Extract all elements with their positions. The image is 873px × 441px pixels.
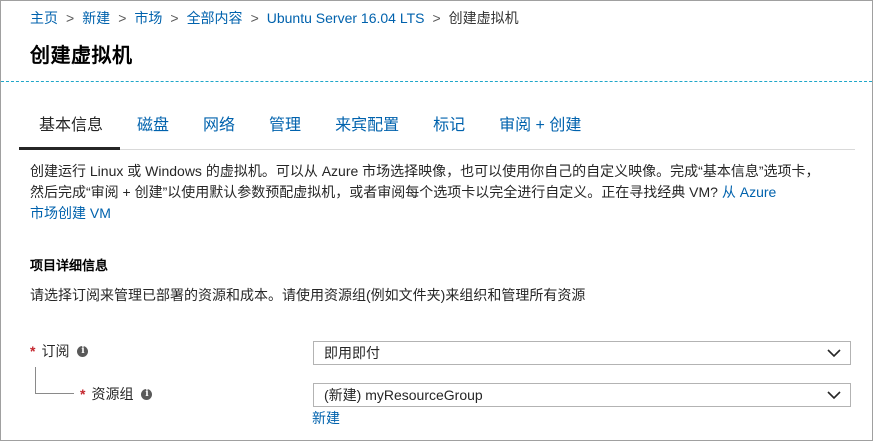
subscription-label-group: * 订阅 i: [30, 341, 89, 361]
info-icon[interactable]: i: [77, 345, 89, 357]
tab-guest-config[interactable]: 来宾配置: [318, 111, 416, 149]
description-line-2: 然后完成“审阅 + 创建”以使用默认参数预配虚拟机，或者审阅每个选项卡以完全进行…: [30, 182, 830, 203]
chevron-right-icon: >: [432, 10, 441, 26]
project-details-heading: 项目详细信息: [30, 258, 109, 273]
description-line-3: 市场创建 VM: [30, 203, 830, 224]
resource-group-label: 资源组: [91, 386, 134, 402]
tree-connector: [35, 367, 74, 394]
chevron-right-icon: >: [250, 10, 259, 26]
blade-description: 创建运行 Linux 或 Windows 的虚拟机。可以从 Azure 市场选择…: [30, 161, 830, 224]
classic-vm-link-continued[interactable]: 市场创建 VM: [30, 205, 111, 221]
blade-header: 主页 > 新建 > 市场 > 全部内容 > Ubuntu Server 16.0…: [1, 1, 872, 82]
breadcrumb-new[interactable]: 新建: [82, 8, 110, 28]
info-icon[interactable]: i: [141, 388, 153, 400]
description-line-2-text: 然后完成“审阅 + 创建”以使用默认参数预配虚拟机，或者审阅每个选项卡以完全进行…: [30, 184, 722, 200]
chevron-down-icon: [827, 391, 841, 400]
page-title: 创建虚拟机: [30, 45, 133, 67]
tab-disks[interactable]: 磁盘: [120, 111, 186, 149]
tab-management[interactable]: 管理: [252, 111, 318, 149]
required-asterisk: *: [80, 386, 86, 402]
required-asterisk: *: [30, 343, 36, 359]
resource-group-value: (新建) myResourceGroup: [324, 387, 483, 403]
chevron-right-icon: >: [118, 10, 127, 26]
tab-tags[interactable]: 标记: [416, 111, 482, 149]
chevron-down-icon: [827, 349, 841, 358]
resource-group-dropdown[interactable]: (新建) myResourceGroup: [313, 383, 851, 407]
subscription-dropdown[interactable]: 即用即付: [313, 341, 851, 365]
breadcrumb-everything[interactable]: 全部内容: [187, 8, 243, 28]
breadcrumb-home[interactable]: 主页: [30, 8, 58, 28]
description-line-1: 创建运行 Linux 或 Windows 的虚拟机。可以从 Azure 市场选择…: [30, 163, 820, 179]
breadcrumb-current: 创建虚拟机: [448, 10, 519, 26]
chevron-right-icon: >: [170, 10, 179, 26]
project-details-description: 请选择订阅来管理已部署的资源和成本。请使用资源组(例如文件夹)来组织和管理所有资…: [30, 287, 586, 303]
subscription-value: 即用即付: [324, 345, 380, 361]
create-new-resource-group-link[interactable]: 新建: [312, 408, 340, 428]
resource-group-label-group: * 资源组 i: [80, 384, 153, 404]
tab-bar: 基本信息 磁盘 网络 管理 来宾配置 标记 审阅 + 创建: [19, 111, 855, 150]
tab-basics[interactable]: 基本信息: [19, 111, 121, 150]
subscription-label: 订阅: [41, 343, 70, 359]
breadcrumb: 主页 > 新建 > 市场 > 全部内容 > Ubuntu Server 16.0…: [30, 8, 519, 28]
create-vm-blade: 主页 > 新建 > 市场 > 全部内容 > Ubuntu Server 16.0…: [0, 0, 873, 441]
breadcrumb-marketplace[interactable]: 市场: [134, 8, 162, 28]
classic-vm-link[interactable]: 从 Azure: [722, 184, 776, 200]
tab-networking[interactable]: 网络: [186, 111, 252, 149]
breadcrumb-ubuntu-server[interactable]: Ubuntu Server 16.04 LTS: [267, 10, 425, 26]
chevron-right-icon: >: [66, 10, 75, 26]
tab-review-create[interactable]: 审阅 + 创建: [482, 111, 598, 149]
